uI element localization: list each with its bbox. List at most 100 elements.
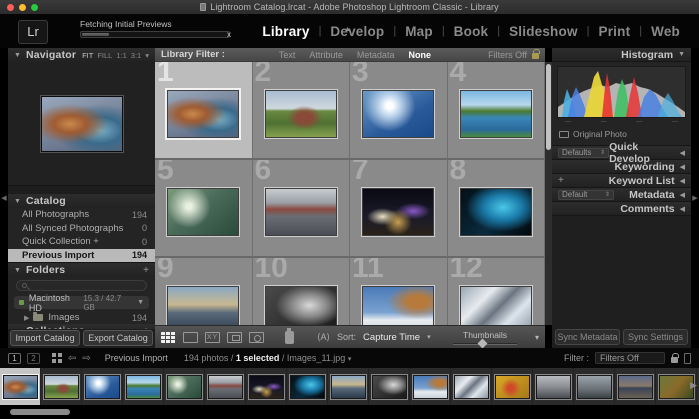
- filmstrip-cell-1[interactable]: [0, 368, 41, 405]
- module-tab-library[interactable]: Library: [253, 24, 318, 39]
- filmstrip-thumbnail-gray-rocks[interactable]: [536, 375, 571, 399]
- module-tab-slideshow[interactable]: Slideshow: [500, 24, 587, 39]
- keyword-list-header[interactable]: + Keyword List ◀: [552, 174, 691, 188]
- catalog-item-previous-import[interactable]: Previous Import194: [8, 249, 155, 263]
- catalog-header[interactable]: ▼ Catalog: [8, 194, 155, 208]
- module-tab-web[interactable]: Web: [642, 24, 689, 39]
- filmstrip-toggle-icon[interactable]: [684, 353, 691, 364]
- saved-preset-select[interactable]: Defaults⇕: [558, 148, 609, 158]
- grid-cell-12[interactable]: 12: [448, 258, 546, 325]
- photo-thumbnail-night-skyline[interactable]: [362, 188, 434, 236]
- grid-scrollbar-thumb[interactable]: [546, 64, 551, 150]
- filmstrip-cell-4[interactable]: [123, 368, 164, 405]
- chevron-down-icon[interactable]: ▾: [145, 51, 149, 60]
- navigator-zoom-fill[interactable]: FILL: [97, 51, 112, 60]
- filmstrip-thumbnail-autumn-forest[interactable]: [659, 375, 694, 399]
- grid-view-shortcut-icon[interactable]: [52, 353, 62, 363]
- filmstrip-thumbnail-gray-landscape[interactable]: [577, 375, 612, 399]
- grid-cell-2[interactable]: 2: [253, 62, 351, 160]
- filmstrip-cell-10[interactable]: [369, 368, 410, 405]
- expand-folder-icon[interactable]: ▶: [24, 314, 29, 322]
- filmstrip-thumbnail-misty-valley[interactable]: [167, 375, 202, 399]
- grid-cell-4[interactable]: 4: [448, 62, 546, 160]
- second-window-button[interactable]: 2: [27, 353, 40, 364]
- export-catalog-button[interactable]: Export Catalog: [83, 330, 153, 346]
- filmstrip-thumbnail-sun-branches[interactable]: [85, 375, 120, 399]
- photo-thumbnail-coastal-cliffs[interactable]: [167, 286, 239, 325]
- filmstrip-cell-3[interactable]: [82, 368, 123, 405]
- collapse-right-panel-arrow[interactable]: ▶: [691, 48, 699, 348]
- folder-search-input[interactable]: [16, 280, 147, 291]
- cancel-progress-icon[interactable]: x: [227, 30, 231, 39]
- thumbnails-slider-track[interactable]: [453, 343, 517, 345]
- back-arrow-icon[interactable]: ⇦: [68, 353, 76, 364]
- grid-cell-7[interactable]: 7: [350, 160, 448, 258]
- import-catalog-button[interactable]: Import Catalog: [10, 330, 80, 346]
- sync-settings-button[interactable]: Sync Settings: [623, 329, 688, 345]
- histogram-chart[interactable]: [557, 66, 686, 118]
- filmstrip-cell-16[interactable]: [615, 368, 656, 405]
- filmstrip-thumbnail-snow-peaks[interactable]: [454, 375, 489, 399]
- filmstrip-thumbnail-lake-shore[interactable]: [126, 375, 161, 399]
- filter-tab-attribute[interactable]: Attribute: [309, 50, 343, 60]
- sort-value-dropdown[interactable]: Capture Time: [363, 332, 420, 343]
- module-tab-book[interactable]: Book: [445, 24, 498, 39]
- filmstrip-cell-13[interactable]: [492, 368, 533, 405]
- photo-thumbnail-red-barn[interactable]: [265, 90, 337, 138]
- collapse-left-panel-arrow[interactable]: ◀: [0, 48, 8, 348]
- photo-thumbnail-lake-shore[interactable]: [460, 90, 532, 138]
- filmstrip-next-arrow-icon[interactable]: ▶: [690, 380, 697, 391]
- navigator-preview-image[interactable]: [41, 96, 123, 152]
- quick-develop-header[interactable]: Defaults⇕ Quick Develop ◀: [552, 146, 691, 160]
- grid-cell-5[interactable]: 5: [155, 160, 253, 258]
- metadata-header[interactable]: Default⇕ Metadata ◀: [552, 188, 691, 202]
- filmstrip-thumbnail-fantasy-art[interactable]: [3, 375, 38, 399]
- filmstrip-cell-14[interactable]: [533, 368, 574, 405]
- photo-thumbnail-snow-peaks[interactable]: [460, 286, 532, 325]
- filmstrip-thumbnail-coastal-cliffs[interactable]: [331, 375, 366, 399]
- catalog-item-quick-collection-[interactable]: Quick Collection +0: [8, 235, 155, 249]
- sort-direction-icon[interactable]: ⟨A⟩: [317, 332, 330, 343]
- loupe-view-icon[interactable]: [183, 332, 198, 343]
- filter-preset-dropdown[interactable]: Filters Off: [488, 50, 527, 60]
- filmstrip-cell-12[interactable]: [451, 368, 492, 405]
- photo-thumbnail-sun-branches[interactable]: [362, 90, 434, 138]
- module-tab-print[interactable]: Print: [590, 24, 640, 39]
- grid-cell-3[interactable]: 3: [350, 62, 448, 160]
- filmstrip-thumbnail-tiger-snow[interactable]: [413, 375, 448, 399]
- filmstrip-cell-9[interactable]: [328, 368, 369, 405]
- filmstrip-thumbnail-bw-portrait[interactable]: [372, 375, 407, 399]
- toolbar-options-chevron-icon[interactable]: ▾: [535, 333, 539, 342]
- add-folder-button[interactable]: +: [143, 265, 149, 276]
- photo-thumbnail-tiger-snow[interactable]: [362, 286, 434, 325]
- filmstrip-thumbnail-gold-painting[interactable]: [495, 375, 530, 399]
- filmstrip-source[interactable]: Previous Import: [105, 353, 168, 363]
- filmstrip-cell-2[interactable]: [41, 368, 82, 405]
- keywording-header[interactable]: Keywording ◀: [552, 160, 691, 174]
- filter-tab-metadata[interactable]: Metadata: [357, 50, 395, 60]
- navigator-zoom-fit[interactable]: FIT: [82, 51, 93, 60]
- module-tab-map[interactable]: Map: [396, 24, 442, 39]
- comments-header[interactable]: Comments ◀: [552, 202, 691, 216]
- filmstrip-cell-6[interactable]: [205, 368, 246, 405]
- main-window-button[interactable]: 1: [8, 353, 21, 364]
- filmstrip-thumbnail-night-skyline[interactable]: [249, 375, 284, 399]
- filmstrip-cell-8[interactable]: [287, 368, 328, 405]
- filmstrip-thumbnail-dusk-lake[interactable]: [618, 375, 653, 399]
- photo-thumbnail-misty-valley[interactable]: [167, 188, 239, 236]
- photo-thumbnail-blue-abstract[interactable]: [460, 188, 532, 236]
- filmstrip-breadcrumb[interactable]: 194 photos / 1 selected / Images_11.jpg …: [184, 353, 352, 363]
- metadata-preset-select[interactable]: Default⇕: [558, 190, 614, 200]
- people-view-icon[interactable]: [249, 332, 264, 343]
- filmstrip-cell-5[interactable]: [164, 368, 205, 405]
- grid-cell-10[interactable]: 10: [253, 258, 351, 325]
- grid-cell-9[interactable]: 9: [155, 258, 253, 325]
- filmstrip-thumbnail-red-barn[interactable]: [44, 375, 79, 399]
- grid-cell-1[interactable]: 1: [155, 62, 253, 160]
- filmstrip-thumbnail-blue-abstract[interactable]: [290, 375, 325, 399]
- lock-icon[interactable]: [671, 357, 678, 363]
- volume-row-macintosh-hd[interactable]: Macintosh HD 15.3 / 42.7 GB ▼: [14, 296, 149, 309]
- filter-tab-none[interactable]: None: [408, 50, 431, 60]
- photo-thumbnail-train-yard[interactable]: [265, 188, 337, 236]
- painter-icon[interactable]: [285, 331, 294, 344]
